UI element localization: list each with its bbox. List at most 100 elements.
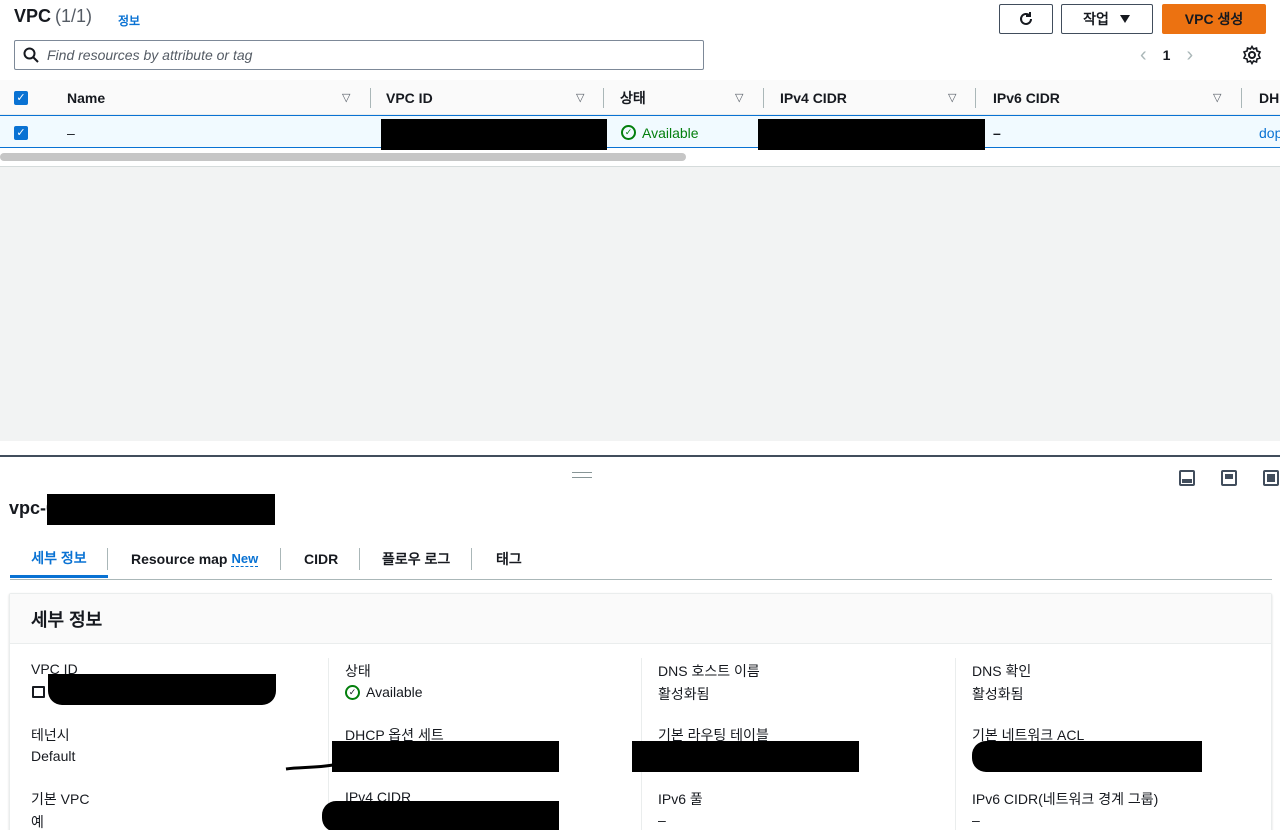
label-ipv6-cidr-group: IPv6 CIDR(네트워크 경계 그룹) — [972, 791, 1159, 807]
value-state: ✓ Available — [345, 684, 423, 700]
label-default-vpc: 기본 VPC — [31, 791, 90, 807]
tab-separator — [359, 548, 360, 570]
label-dns-resolution: DNS 확인 — [972, 663, 1032, 679]
table-empty-area — [0, 166, 1280, 441]
tab-details-label: 세부 정보 — [31, 549, 87, 566]
horizontal-scrollbar[interactable] — [0, 153, 686, 161]
column-resizer[interactable] — [603, 88, 604, 108]
sort-icon: ▽ — [1213, 92, 1222, 104]
column-ipv4-cidr-label: IPv4 CIDR — [780, 89, 847, 106]
tab-separator — [107, 548, 108, 570]
tab-separator — [471, 548, 472, 570]
vpc-table: ✓ Name ▽ VPC ID ▽ 상태 ▽ IPv4 CIDR ▽ IPv6 … — [0, 80, 1280, 166]
value-ipv6-pool: – — [658, 812, 666, 828]
value-state-text: Available — [366, 684, 423, 700]
row-dhcp-link[interactable]: dop — [1259, 116, 1280, 149]
row-checkbox[interactable]: ✓ — [14, 116, 28, 149]
tab-tags-label: 태그 — [496, 551, 522, 567]
prev-page-icon[interactable]: ‹ — [1140, 44, 1147, 67]
details-card: 세부 정보 VPC ID 상태 ✓ Available DNS 호스트 이름 활… — [9, 593, 1272, 830]
search-icon — [23, 47, 39, 63]
column-name[interactable]: Name ▽ — [67, 80, 357, 115]
create-vpc-button[interactable]: VPC 생성 — [1162, 4, 1266, 34]
redacted-vpc-id-value — [48, 674, 276, 705]
info-link[interactable]: 정보 — [118, 12, 140, 29]
column-ipv6-cidr-label: IPv6 CIDR — [993, 89, 1060, 106]
select-all-checkbox[interactable]: ✓ — [14, 80, 28, 115]
tab-flow-logs[interactable]: 플로우 로그 — [382, 540, 450, 578]
tab-separator — [280, 548, 281, 570]
value-ipv6-cidr-group: – — [972, 812, 980, 828]
panel-full-icon[interactable] — [1263, 470, 1279, 486]
column-resizer[interactable] — [370, 88, 371, 108]
redacted-main-route-table — [632, 741, 859, 772]
table-header: ✓ Name ▽ VPC ID ▽ 상태 ▽ IPv4 CIDR ▽ IPv6 … — [0, 80, 1280, 115]
tab-resource-map[interactable]: Resource map New — [131, 540, 259, 578]
check-icon: ✓ — [14, 125, 28, 140]
next-page-icon[interactable]: › — [1186, 44, 1193, 67]
row-status: ✓ Available — [621, 116, 699, 149]
sort-icon: ▽ — [948, 92, 957, 104]
column-vpc-id[interactable]: VPC ID ▽ — [386, 80, 596, 115]
column-resizer[interactable] — [975, 88, 976, 108]
refresh-button[interactable] — [999, 4, 1053, 34]
column-resizer[interactable] — [1241, 88, 1242, 108]
tab-cidr[interactable]: CIDR — [304, 540, 338, 578]
column-dhcp[interactable]: DH — [1259, 80, 1279, 115]
redacted-dhcp-options — [332, 741, 559, 772]
success-check-icon: ✓ — [345, 684, 360, 700]
actions-label: 작업 — [1083, 11, 1109, 27]
gear-icon[interactable] — [1242, 45, 1262, 65]
redacted-vpc-title — [47, 494, 275, 525]
drag-handle-icon[interactable] — [572, 472, 592, 478]
check-icon: ✓ — [14, 90, 28, 105]
column-state-label: 상태 — [620, 89, 646, 106]
tab-cidr-label: CIDR — [304, 551, 339, 567]
value-dns-resolution: 활성화됨 — [972, 686, 1024, 702]
refresh-icon — [1020, 12, 1032, 25]
new-badge: New — [231, 551, 259, 567]
actions-button[interactable]: 작업 — [1061, 4, 1153, 34]
sort-icon: ▽ — [342, 92, 351, 104]
pagination: ‹ 1 › — [1140, 42, 1193, 68]
row-status-text: Available — [642, 124, 699, 141]
column-ipv6-cidr[interactable]: IPv6 CIDR ▽ — [993, 80, 1228, 115]
value-default-vpc: 예 — [31, 814, 44, 830]
search-box[interactable] — [14, 40, 704, 70]
caret-down-icon — [1119, 15, 1130, 23]
current-page[interactable]: 1 — [1163, 47, 1171, 63]
value-tenancy: Default — [31, 748, 76, 764]
label-dns-hostnames: DNS 호스트 이름 — [658, 663, 760, 679]
tab-tags[interactable]: 태그 — [496, 540, 522, 578]
row-ipv6-cidr: – — [993, 124, 1001, 141]
label-state: 상태 — [345, 663, 371, 679]
sort-icon: ▽ — [735, 92, 744, 104]
panel-side-icon[interactable] — [1221, 470, 1237, 486]
page-title-text: VPC — [14, 6, 52, 26]
header: VPC(1/1) 정보 작업 VPC 생성 ‹ 1 › — [0, 0, 1280, 80]
success-check-icon: ✓ — [621, 125, 636, 140]
label-tenancy: 테넌시 — [31, 727, 70, 743]
tab-details[interactable]: 세부 정보 — [10, 540, 108, 578]
label-ipv6-pool: IPv6 풀 — [658, 791, 703, 807]
sort-icon: ▽ — [576, 92, 585, 104]
redacted-ipv4-cidr-value — [322, 801, 559, 830]
page-title: VPC (1/1) — [14, 6, 92, 27]
table-row[interactable]: ✓ – ✓ Available – dop — [0, 115, 1280, 150]
redacted-main-network-acl — [972, 741, 1202, 772]
split-panel-divider — [0, 455, 1280, 457]
card-header: 세부 정보 — [10, 594, 1271, 644]
column-state[interactable]: 상태 ▽ — [620, 80, 750, 115]
column-dhcp-label: DH — [1259, 89, 1280, 106]
scribble-mark — [285, 763, 334, 771]
tab-flow-logs-label: 플로우 로그 — [382, 551, 451, 567]
panel-bottom-icon[interactable] — [1179, 470, 1195, 486]
copy-icon[interactable] — [32, 686, 45, 698]
resource-count: (1/1) — [55, 6, 93, 26]
column-name-label: Name — [67, 89, 106, 106]
column-ipv4-cidr[interactable]: IPv4 CIDR ▽ — [780, 80, 965, 115]
search-input[interactable] — [47, 47, 667, 63]
column-resizer[interactable] — [763, 88, 764, 108]
tab-resource-map-label: Resource map — [131, 551, 228, 567]
redacted-vpc-id — [381, 119, 607, 150]
